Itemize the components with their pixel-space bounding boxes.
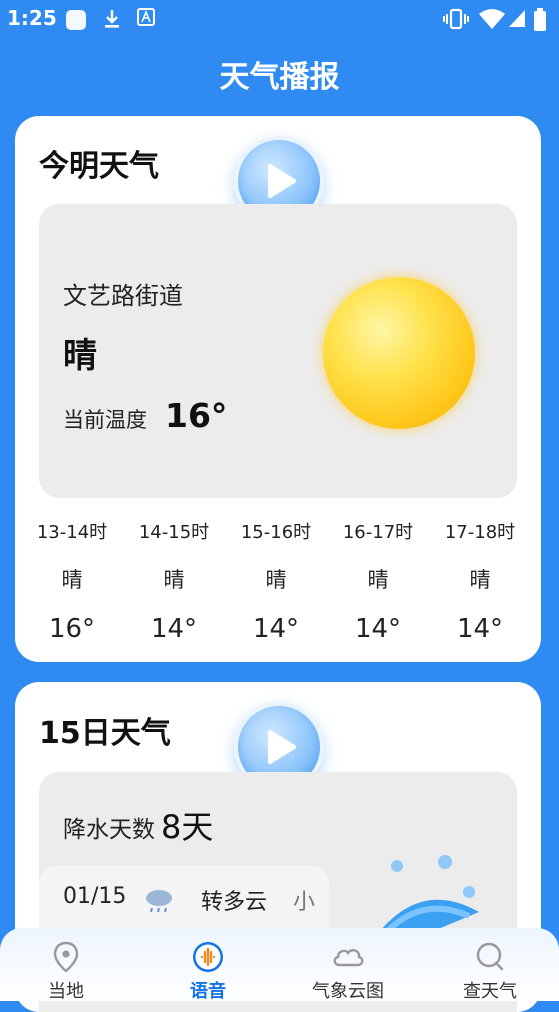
voice-icon [193, 942, 223, 972]
current-weather-panel: 文艺路街道 晴 当前温度 16° [39, 204, 517, 498]
hourly-condition: 晴 [367, 568, 389, 592]
hourly-temp: 14° [456, 614, 504, 644]
hourly-item: 14-15时 晴 14° [124, 518, 224, 644]
today-card-title: 今明天气 [39, 149, 159, 184]
hourly-condition: 晴 [61, 568, 83, 592]
nav-label-local: 当地 [48, 981, 84, 1002]
hourly-temp: 16° [48, 614, 96, 644]
vibrate-icon [443, 8, 469, 30]
download-icon [105, 10, 119, 28]
hourly-condition: 晴 [469, 568, 491, 592]
nav-item-cloud-map[interactable]: 气象云图 [288, 928, 408, 1002]
cellular-signal-icon [509, 10, 525, 27]
page-title: 天气播报 [219, 60, 340, 95]
hourly-condition: 晴 [265, 568, 287, 592]
battery-icon [534, 8, 546, 31]
hourly-item: 15-16时 晴 14° [226, 518, 326, 644]
hourly-time: 15-16时 [240, 522, 312, 543]
hourly-time: 17-18时 [444, 522, 516, 543]
status-bar: 1:25 [0, 0, 559, 38]
day-extra: 小 [293, 890, 316, 915]
day-condition: 转多云 [201, 890, 268, 915]
rain-days-value: 8天 [161, 808, 214, 846]
sun-icon [323, 277, 475, 429]
nav-item-local[interactable]: 当地 [6, 928, 126, 1002]
status-time: 1:25 [7, 6, 57, 30]
bottom-nav: 当地 语音 气象云图 查天气 [0, 928, 559, 1002]
app-notification-icon [66, 10, 86, 30]
nav-label-search-weather: 查天气 [463, 981, 517, 1002]
current-condition: 晴 [63, 336, 97, 376]
location-label: 文艺路街道 [63, 282, 183, 310]
hourly-time: 16-17时 [342, 522, 414, 543]
hourly-time: 13-14时 [36, 522, 108, 543]
today-weather-card: 今明天气 文艺路街道 晴 当前温度 16° 13-14时 晴 16° 14-15… [15, 116, 541, 662]
nav-label-cloud-map: 气象云图 [312, 981, 384, 1002]
day-date: 01/15 [63, 884, 127, 909]
forecast-card-title: 15日天气 [39, 716, 171, 751]
translate-icon [137, 8, 155, 26]
hourly-temp: 14° [150, 614, 198, 644]
current-temp-value: 16° [165, 396, 228, 435]
hourly-temp: 14° [252, 614, 300, 644]
location-pin-icon [53, 941, 79, 973]
cloud-icon [333, 949, 364, 967]
hourly-item: 16-17时 晴 14° [328, 518, 428, 644]
nav-item-voice[interactable]: 语音 [148, 928, 268, 1002]
nav-item-search-weather[interactable]: 查天气 [430, 928, 550, 1002]
hourly-item: 13-14时 晴 16° [22, 518, 122, 644]
hourly-condition: 晴 [163, 568, 185, 592]
hourly-temp: 14° [354, 614, 402, 644]
rain-cloud-icon [146, 890, 172, 913]
wifi-icon [479, 9, 505, 29]
current-temp-label: 当前温度 [63, 408, 147, 432]
search-icon [476, 942, 504, 971]
nav-label-voice: 语音 [190, 981, 226, 1002]
hourly-item: 17-18时 晴 14° [430, 518, 530, 644]
hourly-time: 14-15时 [138, 522, 210, 543]
rain-days-label: 降水天数 [63, 817, 155, 843]
